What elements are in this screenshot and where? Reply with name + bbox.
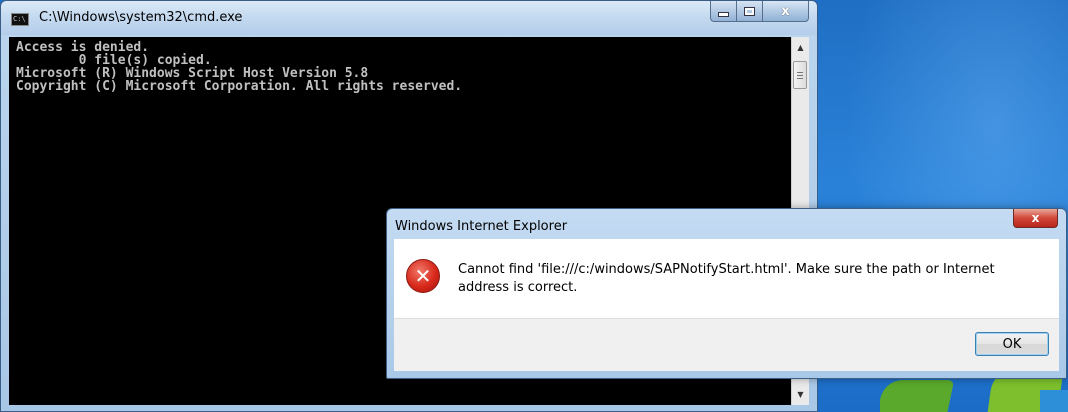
dialog-titlebar[interactable]: Windows Internet Explorer x: [387, 209, 1066, 239]
console-line: Copyright (C) Microsoft Corporation. All…: [16, 79, 463, 94]
console-text: Access is denied. 0 file(s) copied. Micr…: [16, 41, 462, 93]
cmd-titlebar[interactable]: C:\ C:\Windows\system32\cmd.exe x: [1, 1, 817, 35]
ok-button[interactable]: OK: [975, 332, 1049, 356]
minimize-icon: [718, 11, 729, 17]
close-icon: x: [1031, 211, 1040, 225]
cmd-window-controls: x: [710, 1, 809, 23]
dialog-title: Windows Internet Explorer: [395, 219, 568, 234]
close-button[interactable]: x: [763, 1, 809, 22]
maximize-icon: [744, 6, 755, 16]
error-icon: ✕: [406, 259, 440, 293]
minimize-button[interactable]: [710, 1, 737, 22]
cmd-window-title: C:\Windows\system32\cmd.exe: [39, 10, 243, 25]
dialog-footer: OK: [394, 318, 1059, 371]
error-message: Cannot find 'file:///c:/windows/SAPNotif…: [458, 262, 995, 295]
cmd-console-icon[interactable]: C:\: [11, 13, 29, 26]
dialog-content: ✕ Cannot find 'file:///c:/windows/SAPNot…: [394, 239, 1059, 318]
scrollbar-thumb[interactable]: [793, 61, 807, 89]
scroll-up-arrow-icon[interactable]: ▲: [792, 39, 809, 56]
ie-error-dialog: Windows Internet Explorer x ✕ Cannot fin…: [386, 208, 1067, 379]
maximize-button[interactable]: [737, 1, 763, 22]
close-icon: x: [781, 3, 790, 19]
dialog-close-button[interactable]: x: [1013, 209, 1058, 228]
scroll-down-arrow-icon[interactable]: ▼: [792, 386, 809, 403]
